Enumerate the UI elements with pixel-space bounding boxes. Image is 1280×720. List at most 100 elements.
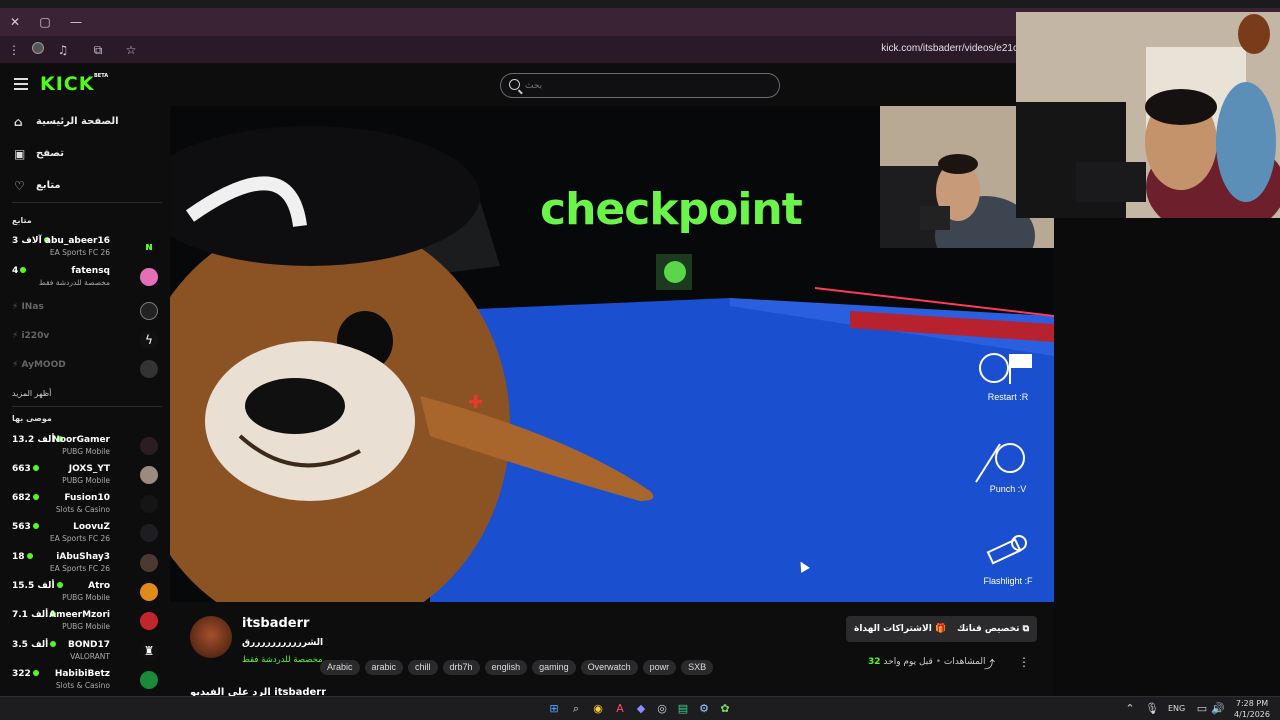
recommended-channel[interactable]: 3.5 ألف BOND17 VALORANT ♜ (0, 638, 170, 666)
recommended-channel[interactable]: 18 iAbuShay3 EA Sports FC 26 (0, 550, 170, 578)
avatar (140, 554, 158, 572)
recommended-channel[interactable]: 563 LoovuZ EA Sports FC 26 (0, 520, 170, 548)
viewer-count: 15.5 ألف (12, 581, 65, 591)
share-icon[interactable]: ⤴ (984, 656, 995, 672)
app-a-icon[interactable]: A (612, 701, 628, 717)
channel-name[interactable]: itsbaderr (242, 616, 309, 631)
tag[interactable]: powr (642, 660, 677, 675)
live-dot (56, 582, 63, 588)
channel-category: Slots & Casino (55, 505, 110, 514)
clock-date: 4/1/2026 (1234, 710, 1270, 719)
following-channel[interactable]: ⚡ INas (0, 298, 170, 326)
tag[interactable]: arabic (364, 660, 404, 675)
obs-icon[interactable]: ◎ (654, 701, 670, 717)
heart-icon: ♡ (14, 179, 25, 193)
bookmark-star-icon[interactable]: ☆ (122, 41, 140, 59)
recommended-channel[interactable]: 682 Fusion10 Slots & Casino (0, 491, 170, 519)
more-options-icon[interactable]: ⋮ (1018, 655, 1030, 669)
webcam-large (1016, 12, 1280, 218)
recommended-channel[interactable]: 7.1 ألف AmeerMzori PUBG Mobile (0, 608, 170, 636)
tray-chevron-icon[interactable]: ⌃ (1122, 701, 1138, 717)
video-category[interactable]: مخصصة للدردشة فقط (242, 655, 323, 665)
viewer-count: 18 (12, 552, 35, 562)
following-channel[interactable]: 3 آلاف abu_abeer16 EA Sports FC 26 ɴ (0, 234, 170, 262)
following-channel[interactable]: 4 fatensq مخصصة للدردشة فقط (0, 264, 170, 292)
tag[interactable]: SXB (681, 660, 714, 675)
restore-window-icon[interactable]: ▢ (36, 13, 54, 31)
recommended-channel[interactable]: 322 HabibiBetz Slots & Casino (0, 667, 170, 695)
steam-icon[interactable]: ⚙ (696, 701, 712, 717)
viewer-count: 3.5 ألف (12, 640, 58, 650)
tag[interactable]: gaming (532, 660, 576, 675)
channel-category: Slots & Casino (55, 681, 110, 690)
microphone-icon[interactable]: 🎙 (1144, 701, 1160, 717)
clock[interactable]: 7:28 PM 4/1/2026 (1232, 698, 1272, 720)
channel-category: PUBG Mobile (62, 447, 110, 456)
lion-logo-icon (1238, 14, 1270, 54)
view-stats: 32 المشاهدات • قبل يوم واحد (868, 657, 986, 667)
subscriptions-button[interactable]: الاشتراكات الهداة 🎁 (846, 616, 955, 642)
volume-icon[interactable]: 🔊 (1210, 701, 1226, 717)
channel-category: EA Sports FC 26 (49, 248, 110, 257)
browse-icon: ▣ (14, 147, 26, 161)
url-text[interactable]: kick.com/itsbaderr/videos/e21c (881, 43, 1018, 54)
channel-name: abu_abeer16 (44, 236, 110, 246)
punch-icon (970, 436, 1040, 486)
separator: • (935, 657, 942, 667)
following-channel[interactable]: ⚡ AyMOOD (0, 356, 170, 384)
avatar: ♜ (140, 642, 158, 660)
profile-icon[interactable] (29, 41, 47, 59)
punch-label: Punch :V (989, 484, 1027, 494)
recommended-channel[interactable]: 13.2 ألف NoorGamer PUBG Mobile (0, 433, 170, 461)
avatar: ϟ (140, 331, 158, 349)
views-label: المشاهدات (943, 657, 986, 667)
media-control-icon[interactable]: ♫ (54, 41, 72, 59)
language-indicator[interactable]: ENG (1168, 704, 1185, 713)
tag[interactable]: chill (408, 660, 438, 675)
windows-start-icon[interactable]: ⊞ (546, 701, 562, 717)
customize-channel-button[interactable]: تخصيص قناتك ⧉ (949, 616, 1038, 642)
search-box[interactable] (500, 73, 780, 98)
nav-home-label: الصفحة الرئيسية (36, 116, 119, 127)
show-more-link[interactable]: أظهر المزيد (12, 389, 51, 398)
tag-list: Arabic arabic chill drb7h english gaming Overw… (320, 655, 718, 675)
avatar (140, 671, 158, 689)
os-taskbar: ⊞ ⌕ ◉ A ◆ ◎ ▤ ⚙ ✿ ⌃ 🎙 ENG ▭ 🔊 7:28 PM 4/… (0, 696, 1280, 720)
recommended-channel[interactable]: 15.5 ألف Atro PUBG Mobile (0, 579, 170, 607)
channel-name: ⚡ AyMOOD (12, 360, 66, 370)
tag[interactable]: english (484, 660, 528, 675)
minimize-window-icon[interactable]: — (67, 13, 85, 31)
discord-icon[interactable]: ◆ (633, 701, 649, 717)
channel-name: LoovuZ (73, 522, 110, 532)
tag[interactable]: Overwatch (580, 660, 638, 675)
chrome-icon[interactable]: ◉ (590, 701, 606, 717)
live-dot (26, 553, 33, 559)
app-green-icon[interactable]: ▤ (675, 701, 691, 717)
network-icon[interactable]: ▭ (1194, 701, 1210, 717)
channel-name: JOXS_YT (68, 464, 110, 474)
recommended-channel[interactable]: 663 JOXS_YT PUBG Mobile (0, 462, 170, 490)
tag[interactable]: Arabic (320, 660, 360, 675)
avatar (140, 302, 158, 320)
following-channel[interactable]: ⚡ i220v ϟ (0, 327, 170, 355)
search-taskbar-icon[interactable]: ⌕ (568, 701, 584, 717)
recommended-section-title: موصى بها (12, 414, 52, 423)
channel-name: iAbuShay3 (56, 552, 110, 562)
live-dot (32, 465, 39, 471)
channel-name: HabibiBetz (54, 669, 110, 679)
channel-category: PUBG Mobile (62, 476, 110, 485)
menu-dots-icon[interactable]: ⋮ (5, 41, 23, 59)
checkpoint-text: checkpoint (540, 184, 803, 235)
app-other-icon[interactable]: ✿ (717, 701, 733, 717)
subscriptions-button-label: الاشتراكات الهداة (854, 624, 932, 634)
kick-logo[interactable]: KICK (40, 73, 94, 95)
extensions-icon[interactable]: ⧉ (89, 41, 107, 59)
channel-avatar[interactable] (190, 616, 232, 658)
sidebar-divider (12, 202, 162, 203)
views-count: 32 (868, 657, 881, 667)
search-input[interactable] (523, 77, 763, 94)
hamburger-menu-icon[interactable] (14, 78, 28, 90)
time-ago: قبل يوم واحد (883, 657, 933, 667)
tag[interactable]: drb7h (442, 660, 480, 675)
close-window-icon[interactable]: ✕ (6, 13, 24, 31)
